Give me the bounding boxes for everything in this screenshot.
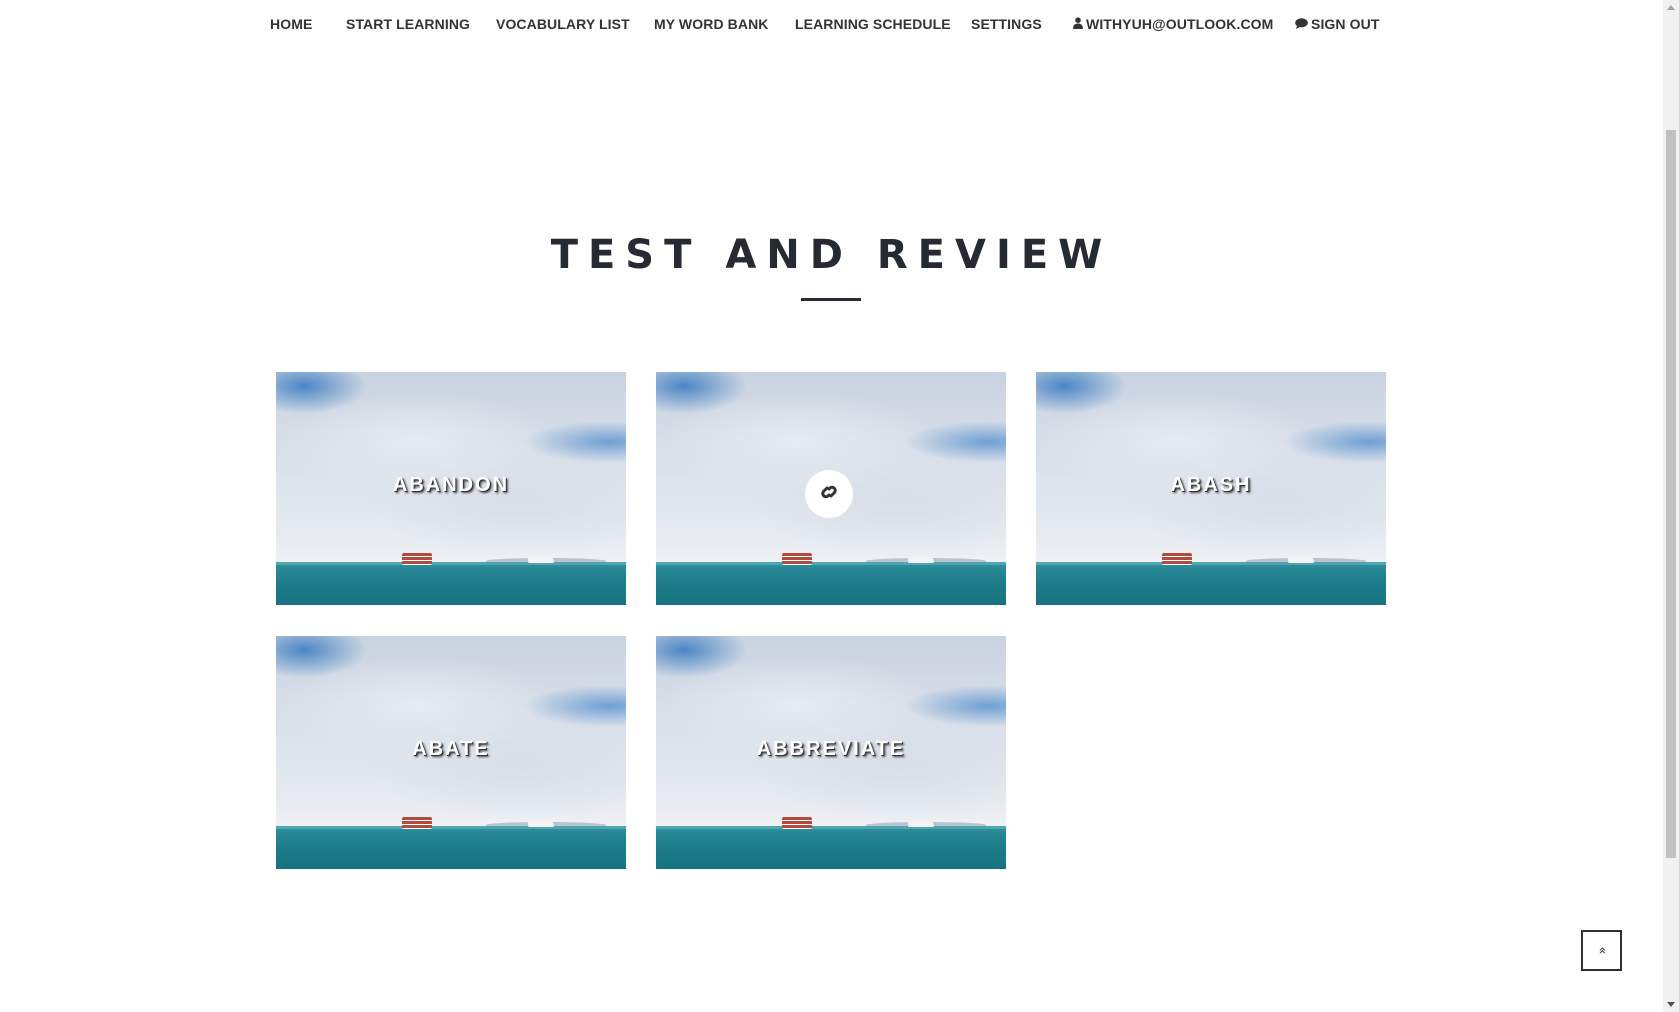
nav-sign-out[interactable]: SIGN OUT	[1295, 16, 1379, 32]
card-ship	[908, 821, 934, 827]
word-card-abash[interactable]: ABASH	[1036, 372, 1386, 605]
comment-icon	[1295, 17, 1308, 32]
scroll-down-arrow-icon[interactable]	[1667, 1002, 1675, 1007]
scroll-up-arrow-icon[interactable]	[1667, 5, 1675, 10]
card-sea-image	[1036, 562, 1386, 605]
word-card-abate[interactable]: ABATE	[276, 636, 626, 869]
card-ship	[528, 821, 554, 827]
card-sea-image	[276, 562, 626, 605]
card-ship	[528, 557, 554, 563]
card-boat	[782, 553, 812, 565]
nav-start-learning[interactable]: START LEARNING	[346, 16, 470, 32]
card-ship	[1288, 557, 1314, 563]
vertical-scrollbar[interactable]	[1663, 0, 1679, 1012]
card-sea-image	[656, 826, 1006, 869]
card-ship	[908, 557, 934, 563]
user-icon	[1073, 17, 1083, 32]
card-boat	[402, 817, 432, 829]
nav-sign-out-label: SIGN OUT	[1311, 16, 1380, 32]
nav-account-label: WITHYUH@OUTLOOK.COM	[1086, 16, 1274, 32]
card-label: ABANDON	[392, 474, 510, 496]
page-title: TEST AND REVIEW	[550, 232, 1113, 278]
card-boat	[1162, 553, 1192, 565]
link-icon	[817, 480, 841, 509]
double-chevron-up-icon: «	[1594, 946, 1609, 955]
title-underline	[801, 298, 861, 301]
scroll-thumb[interactable]	[1666, 130, 1676, 858]
card-link-button[interactable]	[805, 470, 853, 518]
nav-my-word-bank[interactable]: MY WORD BANK	[654, 16, 769, 32]
top-nav: HOME START LEARNING VOCABULARY LIST MY W…	[0, 0, 1663, 46]
word-card-hovered[interactable]	[656, 372, 1006, 605]
nav-settings[interactable]: SETTINGS	[971, 16, 1042, 32]
nav-learning-schedule[interactable]: LEARNING SCHEDULE	[795, 16, 951, 32]
nav-home[interactable]: HOME	[270, 16, 312, 32]
nav-vocabulary-list[interactable]: VOCABULARY LIST	[496, 16, 630, 32]
card-sea-image	[276, 826, 626, 869]
card-label: ABBREVIATE	[756, 738, 906, 760]
page: HOME START LEARNING VOCABULARY LIST MY W…	[0, 0, 1679, 1012]
card-boat	[402, 553, 432, 565]
card-boat	[782, 817, 812, 829]
nav-account[interactable]: WITHYUH@OUTLOOK.COM	[1073, 16, 1273, 32]
word-card-abbreviate[interactable]: ABBREVIATE	[656, 636, 1006, 869]
back-to-top-button[interactable]: «	[1581, 930, 1622, 971]
card-label: ABATE	[412, 738, 490, 760]
card-label: ABASH	[1170, 474, 1252, 496]
card-sea-image	[656, 562, 1006, 605]
word-card-abandon[interactable]: ABANDON	[276, 372, 626, 605]
